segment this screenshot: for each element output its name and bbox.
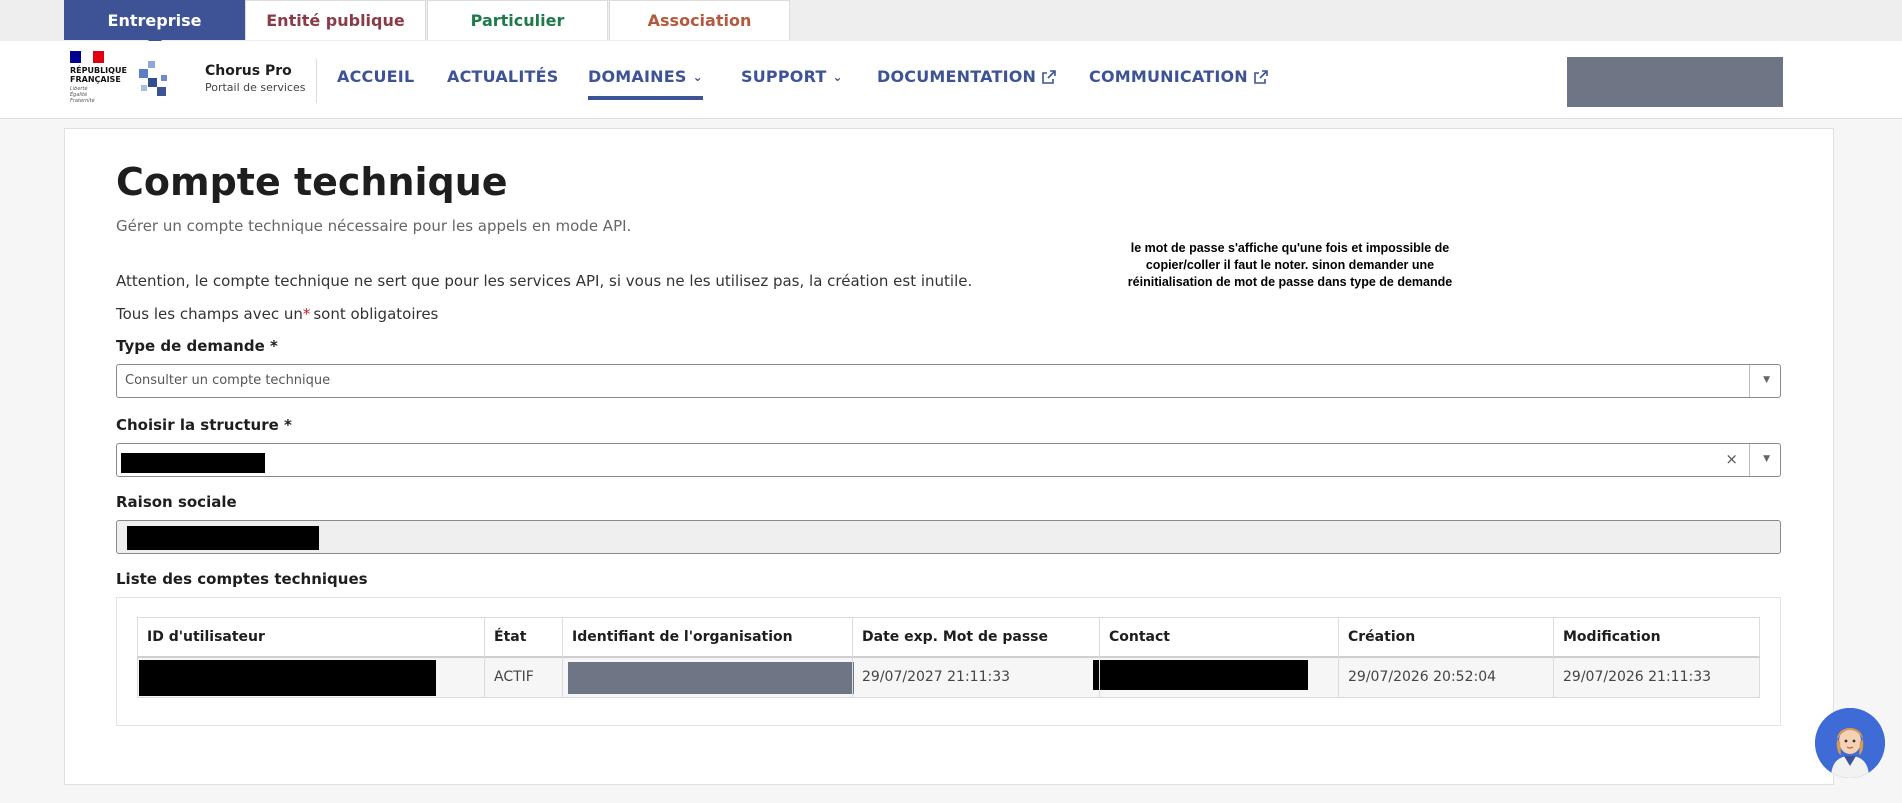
org-id-redacted <box>568 662 854 694</box>
nav-label: ACCUEIL <box>337 67 415 86</box>
tab-label: Association <box>647 11 752 30</box>
brand-subtitle: Portail de services <box>205 81 306 94</box>
brand-name: Chorus Pro <box>205 63 292 79</box>
attention-text: Attention, le compte technique ne sert q… <box>116 272 973 290</box>
external-link-icon <box>1254 69 1268 84</box>
nav-label: DOMAINES <box>588 67 687 86</box>
tab-association[interactable]: Association <box>609 0 790 40</box>
annotation-line: le mot de passe s'affiche qu'une fois et… <box>1130 241 1450 255</box>
external-link-icon <box>1042 69 1056 84</box>
col-divider <box>1338 617 1339 698</box>
header-divider <box>316 59 317 103</box>
select-separator <box>1749 444 1750 476</box>
nav-domaines[interactable]: DOMAINES ⌄ <box>588 67 703 100</box>
type-demande-value: Consulter un compte technique <box>125 373 331 388</box>
nav-documentation[interactable]: DOCUMENTATION <box>877 67 1056 86</box>
annotation-line: copier/coller il faut le noter. sinon de… <box>1145 258 1435 272</box>
page-title: Compte technique <box>116 160 508 204</box>
chatbot-assistant-button[interactable] <box>1815 708 1885 778</box>
republic-line-1: RÉPUBLIQUE <box>70 66 127 75</box>
french-flag-icon <box>70 51 104 63</box>
nav-label: ACTUALITÉS <box>447 67 559 86</box>
structure-label: Choisir la structure * <box>116 416 292 434</box>
nav-actualites[interactable]: ACTUALITÉS <box>447 67 558 86</box>
structure-value-redacted <box>121 453 265 473</box>
cell-creation: 29/07/2026 20:52:04 <box>1348 669 1497 685</box>
cell-etat: ACTIF <box>494 669 534 685</box>
col-header-etat[interactable]: État <box>494 629 526 645</box>
col-header-modification[interactable]: Modification <box>1563 629 1661 645</box>
clear-icon[interactable]: × <box>1725 450 1738 468</box>
col-divider <box>484 617 485 698</box>
annotation-line: réinitialisation de mot de passe dans ty… <box>1127 275 1453 289</box>
nav-label: COMMUNICATION <box>1089 67 1248 86</box>
chorus-pro-logo-icon[interactable] <box>137 61 173 101</box>
required-fields-note: Tous les champs avec un* sont obligatoire… <box>116 305 438 323</box>
tab-entreprise[interactable]: Entreprise <box>64 0 245 47</box>
tab-entite-publique[interactable]: Entité publique <box>245 0 426 40</box>
tab-particulier[interactable]: Particulier <box>427 0 608 40</box>
dropdown-arrow-icon[interactable]: ▼ <box>1763 375 1770 385</box>
table-row[interactable]: ACTIF 29/07/2027 21:11:33 29/07/2026 20:… <box>137 658 1760 698</box>
col-header-org[interactable]: Identifiant de l'organisation <box>572 629 793 645</box>
col-header-creation[interactable]: Création <box>1348 629 1415 645</box>
col-divider <box>852 617 853 698</box>
raison-sociale-field <box>116 520 1781 554</box>
type-demande-select[interactable]: Consulter un compte technique ▼ <box>116 364 1781 398</box>
motto-fraternite: Fraternité <box>70 98 95 104</box>
type-demande-label: Type de demande * <box>116 337 278 355</box>
col-divider <box>562 617 563 698</box>
republique-francaise-logo[interactable]: RÉPUBLIQUE FRANÇAISE Liberté Égalité Frater… <box>70 51 127 109</box>
nav-accueil[interactable]: ACCUEIL <box>337 67 414 86</box>
nav-label: SUPPORT <box>741 67 827 86</box>
cell-modification: 29/07/2026 21:11:33 <box>1563 669 1712 685</box>
page-subtitle: Gérer un compte technique nécessaire pou… <box>116 217 632 235</box>
required-prefix: Tous les champs avec un <box>116 305 303 323</box>
raison-sociale-label: Raison sociale <box>116 493 237 511</box>
audience-tab-bar: Entreprise Entité publique Particulier A… <box>0 0 1902 47</box>
table-title: Liste des comptes techniques <box>116 570 368 588</box>
annotation-note: le mot de passe s'affiche qu'une fois et… <box>1080 240 1500 291</box>
col-divider <box>1553 617 1554 698</box>
required-star: * <box>302 305 311 323</box>
select-separator <box>1749 365 1750 397</box>
table-header-row: ID d'utilisateur État Identifiant de l'o… <box>137 617 1760 658</box>
chevron-down-icon: ⌄ <box>692 69 703 84</box>
raison-sociale-value-redacted <box>127 526 319 550</box>
tab-label: Entité publique <box>266 11 405 30</box>
user-account-area-redacted[interactable] <box>1567 57 1783 107</box>
tab-label: Entreprise <box>107 11 202 30</box>
contact-redacted <box>1093 660 1308 690</box>
col-header-contact[interactable]: Contact <box>1109 629 1170 645</box>
nav-support[interactable]: SUPPORT ⌄ <box>741 67 843 86</box>
col-divider <box>1099 617 1100 698</box>
site-header: RÉPUBLIQUE FRANÇAISE Liberté Égalité Frater… <box>0 41 1902 119</box>
republic-line-2: FRANÇAISE <box>70 75 121 84</box>
dropdown-arrow-icon[interactable]: ▼ <box>1763 454 1770 464</box>
assistant-avatar-icon <box>1815 708 1885 778</box>
cell-date-exp: 29/07/2027 21:11:33 <box>862 669 1011 685</box>
nav-label: DOCUMENTATION <box>877 67 1037 86</box>
tab-label: Particulier <box>470 11 565 30</box>
col-header-id[interactable]: ID d'utilisateur <box>147 629 265 645</box>
structure-select[interactable]: × ▼ <box>116 443 1781 477</box>
nav-communication[interactable]: COMMUNICATION <box>1089 67 1268 86</box>
user-id-redacted <box>139 660 436 696</box>
chevron-down-icon: ⌄ <box>832 69 843 84</box>
col-header-date-exp[interactable]: Date exp. Mot de passe <box>862 629 1048 645</box>
required-suffix: sont obligatoires <box>313 305 439 323</box>
brand-block[interactable]: Chorus Pro Portail de services <box>205 63 306 94</box>
